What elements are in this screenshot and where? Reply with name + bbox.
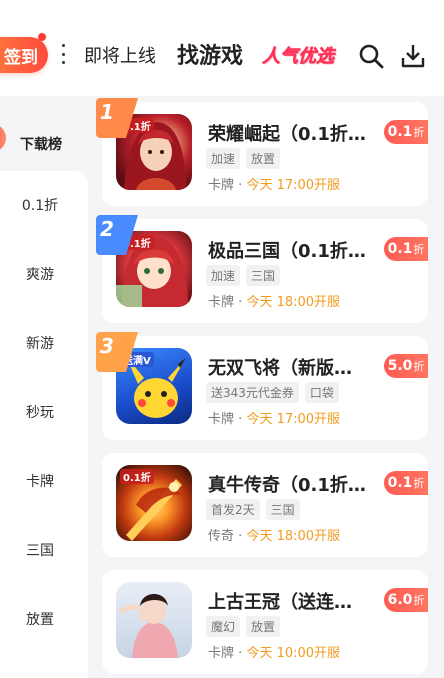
- sidebar-item[interactable]: 爽游: [0, 264, 80, 284]
- discount-unit: 折: [413, 477, 425, 490]
- signin-label: 签到: [4, 47, 38, 68]
- tab-find-games[interactable]: 找游戏: [177, 38, 243, 70]
- game-thumbnail: 0.1折: [116, 465, 192, 541]
- tag: 加速: [206, 265, 241, 286]
- discount-badge: 6.0 折: [384, 588, 428, 612]
- category-label: 卡牌: [208, 295, 235, 310]
- category-label: 传奇: [208, 529, 235, 544]
- sidebar-item[interactable]: 三国: [0, 540, 80, 560]
- discount-badge: 0.1 折: [384, 471, 428, 495]
- sidebar-item[interactable]: 0.1折: [0, 195, 80, 215]
- separator: ·: [238, 412, 243, 427]
- rank-badge: 1: [96, 98, 142, 138]
- game-card[interactable]: 上古王冠（送连… 魔幻 放置 卡牌 · 今天 10:00开服 6.0 折: [102, 570, 428, 674]
- game-thumbnail: [116, 582, 192, 658]
- discount-unit: 折: [413, 243, 425, 256]
- tag-list: 魔幻 放置: [206, 616, 281, 637]
- tag: 送343元代金券: [206, 382, 299, 403]
- separator: ·: [238, 646, 243, 661]
- game-card[interactable]: 0.1折 1 荣耀崛起（0.1折… 加速 放置 卡牌 · 今天 17:00开服 …: [96, 98, 428, 206]
- server-info: 卡牌 · 今天 18:00开服: [208, 291, 340, 310]
- rank-number: 1: [100, 100, 114, 124]
- discount-unit: 折: [413, 126, 425, 139]
- category-label: 卡牌: [208, 178, 235, 193]
- discount-badge: 0.1 折: [384, 237, 428, 261]
- discount-value: 0.1: [387, 124, 413, 140]
- discount-value: 0.1: [387, 475, 413, 491]
- game-card[interactable]: 0.1折 2 极品三国（0.1折… 加速 三国 卡牌 · 今天 18:00开服 …: [96, 215, 428, 323]
- tag: 三国: [265, 499, 300, 520]
- server-info: 传奇 · 今天 18:00开服: [208, 525, 340, 544]
- character-art: [118, 594, 178, 658]
- server-time: 今天 17:00开服: [246, 178, 341, 193]
- sidebar-item[interactable]: 卡牌: [0, 471, 80, 491]
- rank-badge: 3: [96, 332, 142, 372]
- separator: ·: [238, 295, 243, 310]
- tag: 放置: [246, 148, 281, 169]
- tag: 魔幻: [206, 616, 241, 637]
- server-time: 今天 18:00开服: [246, 295, 341, 310]
- search-icon[interactable]: [358, 43, 384, 69]
- separator: ·: [238, 178, 243, 193]
- game-title: 无双飞将（新版…: [208, 358, 352, 379]
- tag-list: 加速 三国: [206, 265, 281, 286]
- tab-upcoming[interactable]: 即将上线: [84, 42, 156, 68]
- more-vertical-icon[interactable]: [60, 44, 66, 64]
- tag-list: 送343元代金券 口袋: [206, 382, 339, 403]
- thumbnail-badge: 0.1折: [120, 469, 154, 484]
- server-time: 今天 18:00开服: [246, 529, 341, 544]
- server-info: 卡牌 · 今天 10:00开服: [208, 642, 340, 661]
- discount-badge: 0.1 折: [384, 120, 428, 144]
- active-indicator: [0, 124, 6, 152]
- sidebar-item[interactable]: 新游: [0, 333, 80, 353]
- download-icon[interactable]: [400, 43, 426, 69]
- separator: ·: [238, 529, 243, 544]
- discount-value: 6.0: [387, 592, 413, 608]
- server-time: 今天 10:00开服: [246, 646, 341, 661]
- discount-unit: 折: [413, 360, 425, 373]
- tag-list: 首发2天 三国: [206, 499, 300, 520]
- game-title: 荣耀崛起（0.1折…: [208, 124, 366, 145]
- category-label: 卡牌: [208, 412, 235, 427]
- tag: 加速: [206, 148, 241, 169]
- tab-popular[interactable]: 人气优选: [262, 42, 335, 68]
- discount-badge: 5.0 折: [384, 354, 428, 378]
- sidebar-item[interactable]: 秒玩: [0, 402, 80, 422]
- top-bar: 签到 即将上线 找游戏 人气优选: [0, 0, 444, 96]
- discount-value: 0.1: [387, 241, 413, 257]
- sidebar-item-download-rank[interactable]: 下载榜: [0, 104, 88, 168]
- sidebar-item[interactable]: 放置: [0, 609, 80, 629]
- game-title: 极品三国（0.1折…: [208, 241, 366, 262]
- signin-button[interactable]: 签到: [0, 37, 48, 73]
- category-label: 卡牌: [208, 646, 235, 661]
- rank-number: 2: [100, 217, 114, 241]
- tag: 首发2天: [206, 499, 260, 520]
- tag: 三国: [246, 265, 281, 286]
- server-info: 卡牌 · 今天 17:00开服: [208, 174, 340, 193]
- game-card[interactable]: 送满V 3 无双飞将（新版… 送343元代金券 口袋 卡牌 · 今天 17:00…: [96, 332, 428, 440]
- tag-list: 加速 放置: [206, 148, 281, 169]
- server-info: 卡牌 · 今天 17:00开服: [208, 408, 340, 427]
- sidebar-list: 0.1折 爽游 新游 秒玩 卡牌 三国 放置: [0, 171, 88, 678]
- notification-dot: [38, 33, 46, 41]
- rank-badge: 2: [96, 215, 142, 255]
- tag: 口袋: [304, 382, 339, 403]
- discount-unit: 折: [413, 594, 425, 607]
- sidebar-item-label: 下载榜: [20, 137, 62, 153]
- tag: 放置: [246, 616, 281, 637]
- category-sidebar: 下载榜 0.1折 爽游 新游 秒玩 卡牌 三国 放置: [0, 96, 88, 678]
- server-time: 今天 17:00开服: [246, 412, 341, 427]
- rank-number: 3: [100, 334, 114, 358]
- discount-value: 5.0: [387, 358, 413, 374]
- game-title: 上古王冠（送连…: [208, 592, 352, 613]
- game-title: 真牛传奇（0.1折…: [208, 475, 366, 496]
- game-card[interactable]: 0.1折 真牛传奇（0.1折… 首发2天 三国 传奇 · 今天 18:00开服 …: [102, 453, 428, 557]
